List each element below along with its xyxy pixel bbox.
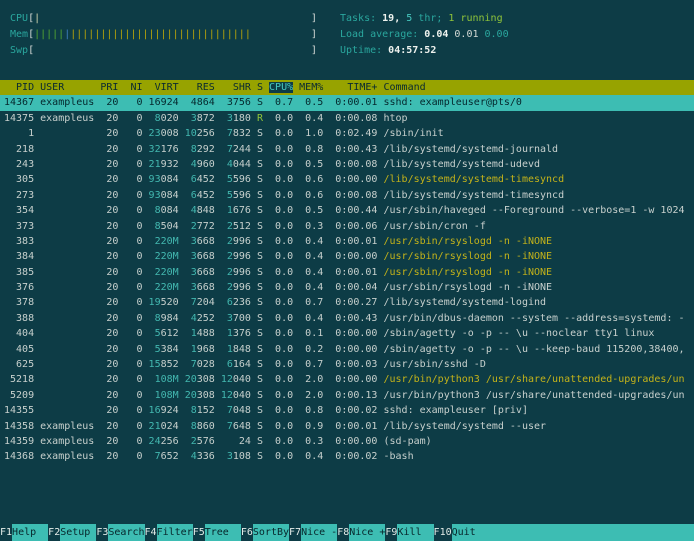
mem-meter-bars: |||||||||||||||||||||||||||||||||||| [34,27,311,43]
fnkey-action-label: SortBy [253,524,289,541]
fnkey-action-label: Kill [397,524,433,541]
fnkey-f4-filter[interactable]: F4Filter [145,524,193,541]
process-row[interactable]: 14359 exampleus 20 0 24256 2576 24 S 0.0… [0,434,694,449]
fnkey-key-label: F4 [145,524,157,541]
fnkey-key-label: F10 [434,524,452,541]
process-row[interactable]: 218 20 0 32176 8292 7244 S 0.0 0.8 0:00.… [0,142,694,157]
fnkey-f1-help[interactable]: F1Help [0,524,48,541]
process-row[interactable]: 378 20 0 19520 7204 6236 S 0.0 0.7 0:00.… [0,295,694,310]
fnkey-key-label: F5 [193,524,205,541]
column-header-pid[interactable]: PID [4,82,34,93]
process-row[interactable]: 385 20 0 220M 3668 2996 S 0.0 0.4 0:00.0… [0,265,694,280]
fnkey-key-label: F9 [385,524,397,541]
swp-meter-label: Swp [10,45,28,56]
fnkey-f9-kill[interactable]: F9Kill [385,524,433,541]
cpu-meter-label: CPU [10,13,28,24]
fnkey-f7-nice[interactable]: F7Nice - [289,524,337,541]
header-stats: Tasks: 19, 5 thr; 1 running Load average… [340,11,509,59]
process-row[interactable]: 1 20 0 23008 10256 7832 S 0.0 1.0 0:02.4… [0,126,694,141]
fnkey-f6-sortby[interactable]: F6SortBy [241,524,289,541]
fnkey-action-label: Tree [205,524,241,541]
htop-terminal: CPU[|] Mem[|||||||||||||||||||||||||||||… [0,0,694,541]
process-row[interactable]: 14375 exampleus 20 0 8020 3872 3180 R 0.… [0,111,694,126]
tasks-line: Tasks: 19, 5 thr; 1 running [340,11,509,27]
mem-meter[interactable]: Mem[||||||||||||||||||||||||||||||||||||… [10,27,317,43]
load-average-line: Load average: 0.04 0.01 0.00 [340,27,509,43]
process-row[interactable]: 5218 20 0 108M 20308 12040 S 0.0 2.0 0:0… [0,372,694,387]
process-row[interactable]: 388 20 0 8984 4252 3700 S 0.0 0.4 0:00.4… [0,311,694,326]
cpu-meter-bars: | [34,11,311,27]
process-row[interactable]: 376 20 0 220M 3668 2996 S 0.0 0.4 0:00.0… [0,280,694,295]
process-row[interactable]: 14368 exampleus 20 0 7652 4336 3108 S 0.… [0,449,694,464]
uptime-label: Uptime: [340,45,388,56]
fnkey-action-label: Filter [157,524,193,541]
fnkey-action-label: Nice + [349,524,385,541]
process-row[interactable]: 14355 20 0 16924 8152 7048 S 0.0 0.8 0:0… [0,403,694,418]
process-row[interactable]: 14358 exampleus 20 0 21024 8860 7648 S 0… [0,419,694,434]
swp-meter-close-bracket: ] [311,45,317,56]
process-row[interactable]: 404 20 0 5612 1488 1376 S 0.0 0.1 0:00.0… [0,326,694,341]
process-row[interactable]: 373 20 0 8504 2772 2512 S 0.0 0.3 0:00.0… [0,219,694,234]
swp-meter[interactable]: Swp[] [10,43,317,59]
cpu-meter-close-bracket: ] [311,13,317,24]
fnkey-action-label: Help [12,524,48,541]
threads-count: 5 [406,13,418,24]
fnkey-key-label: F1 [0,524,12,541]
load-15min: 0.00 [485,29,509,40]
running-count: 1 running [448,13,502,24]
load-average-label: Load average: [340,29,424,40]
uptime-line: Uptime: 04:57:52 [340,43,509,59]
tasks-label: Tasks: [340,13,382,24]
cpu-bar-segment-pale: | [34,13,40,24]
fnkey-f5-tree[interactable]: F5Tree [193,524,241,541]
column-header-command[interactable]: Command [383,82,425,93]
swp-meter-open-bracket: [ [28,45,34,56]
column-header-pri[interactable]: PRI [100,82,118,93]
column-header-res[interactable]: RES [185,82,215,93]
fnkey-key-label: F3 [96,524,108,541]
fnkey-f10-quit[interactable]: F10Quit [434,524,694,541]
cpu-meter[interactable]: CPU[|] [10,11,317,27]
threads-label: thr; [418,13,448,24]
mem-meter-label: Mem [10,29,28,40]
fnkey-f3-search[interactable]: F3Search [96,524,144,541]
process-row[interactable]: 405 20 0 5384 1968 1848 S 0.0 0.2 0:00.0… [0,342,694,357]
fnkey-action-label: Setup [60,524,96,541]
fnkey-key-label: F2 [48,524,60,541]
tasks-count: 19, [382,13,406,24]
mem-bar-segment-yellow: |||||||||||||||||||||||||||||| [70,29,251,40]
column-header-virt[interactable]: VIRT [149,82,179,93]
process-row[interactable]: 14367 exampleus 20 0 16924 4864 3756 S 0… [0,95,694,110]
fnkey-action-label: Nice - [301,524,337,541]
function-key-bar: F1Help F2Setup F3SearchF4FilterF5Tree F6… [0,524,694,541]
process-row[interactable]: 273 20 0 93084 6452 5596 S 0.0 0.6 0:00.… [0,188,694,203]
process-row[interactable]: 383 20 0 220M 3668 2996 S 0.0 0.4 0:00.0… [0,234,694,249]
column-header-time[interactable]: TIME+ [329,82,377,93]
process-row[interactable]: 243 20 0 21932 4960 4044 S 0.0 0.5 0:00.… [0,157,694,172]
column-header-mem[interactable]: MEM% [299,82,323,93]
process-table-header: PID USER PRI NI VIRT RES SHR S CPU% MEM%… [0,80,694,95]
process-row[interactable]: 625 20 0 15852 7028 6164 S 0.0 0.7 0:00.… [0,357,694,372]
uptime-value: 04:57:52 [388,45,436,56]
column-header-shr[interactable]: SHR [221,82,251,93]
fnkey-action-label: Quit [452,524,694,541]
process-row[interactable]: 5209 20 0 108M 20308 12040 S 0.0 2.0 0:0… [0,388,694,403]
process-list: 14367 exampleus 20 0 16924 4864 3756 S 0… [0,95,694,464]
load-5min: 0.01 [454,29,484,40]
process-row[interactable]: 354 20 0 8084 4848 1676 S 0.0 0.5 0:00.4… [0,203,694,218]
fnkey-key-label: F7 [289,524,301,541]
process-row[interactable]: 305 20 0 93084 6452 5596 S 0.0 0.6 0:00.… [0,172,694,187]
column-header-cpu[interactable]: CPU% [269,82,293,93]
fnkey-f2-setup[interactable]: F2Setup [48,524,96,541]
process-row[interactable]: 384 20 0 220M 3668 2996 S 0.0 0.4 0:00.0… [0,249,694,264]
fnkey-action-label: Search [108,524,144,541]
fnkey-key-label: F6 [241,524,253,541]
fnkey-key-label: F8 [337,524,349,541]
mem-bar-segment-green: ||||| [34,29,64,40]
column-header-ni[interactable]: NI [124,82,142,93]
mem-meter-close-bracket: ] [311,29,317,40]
column-header-user[interactable]: USER [40,82,94,93]
fnkey-f8-nice[interactable]: F8Nice + [337,524,385,541]
load-1min: 0.04 [424,29,454,40]
